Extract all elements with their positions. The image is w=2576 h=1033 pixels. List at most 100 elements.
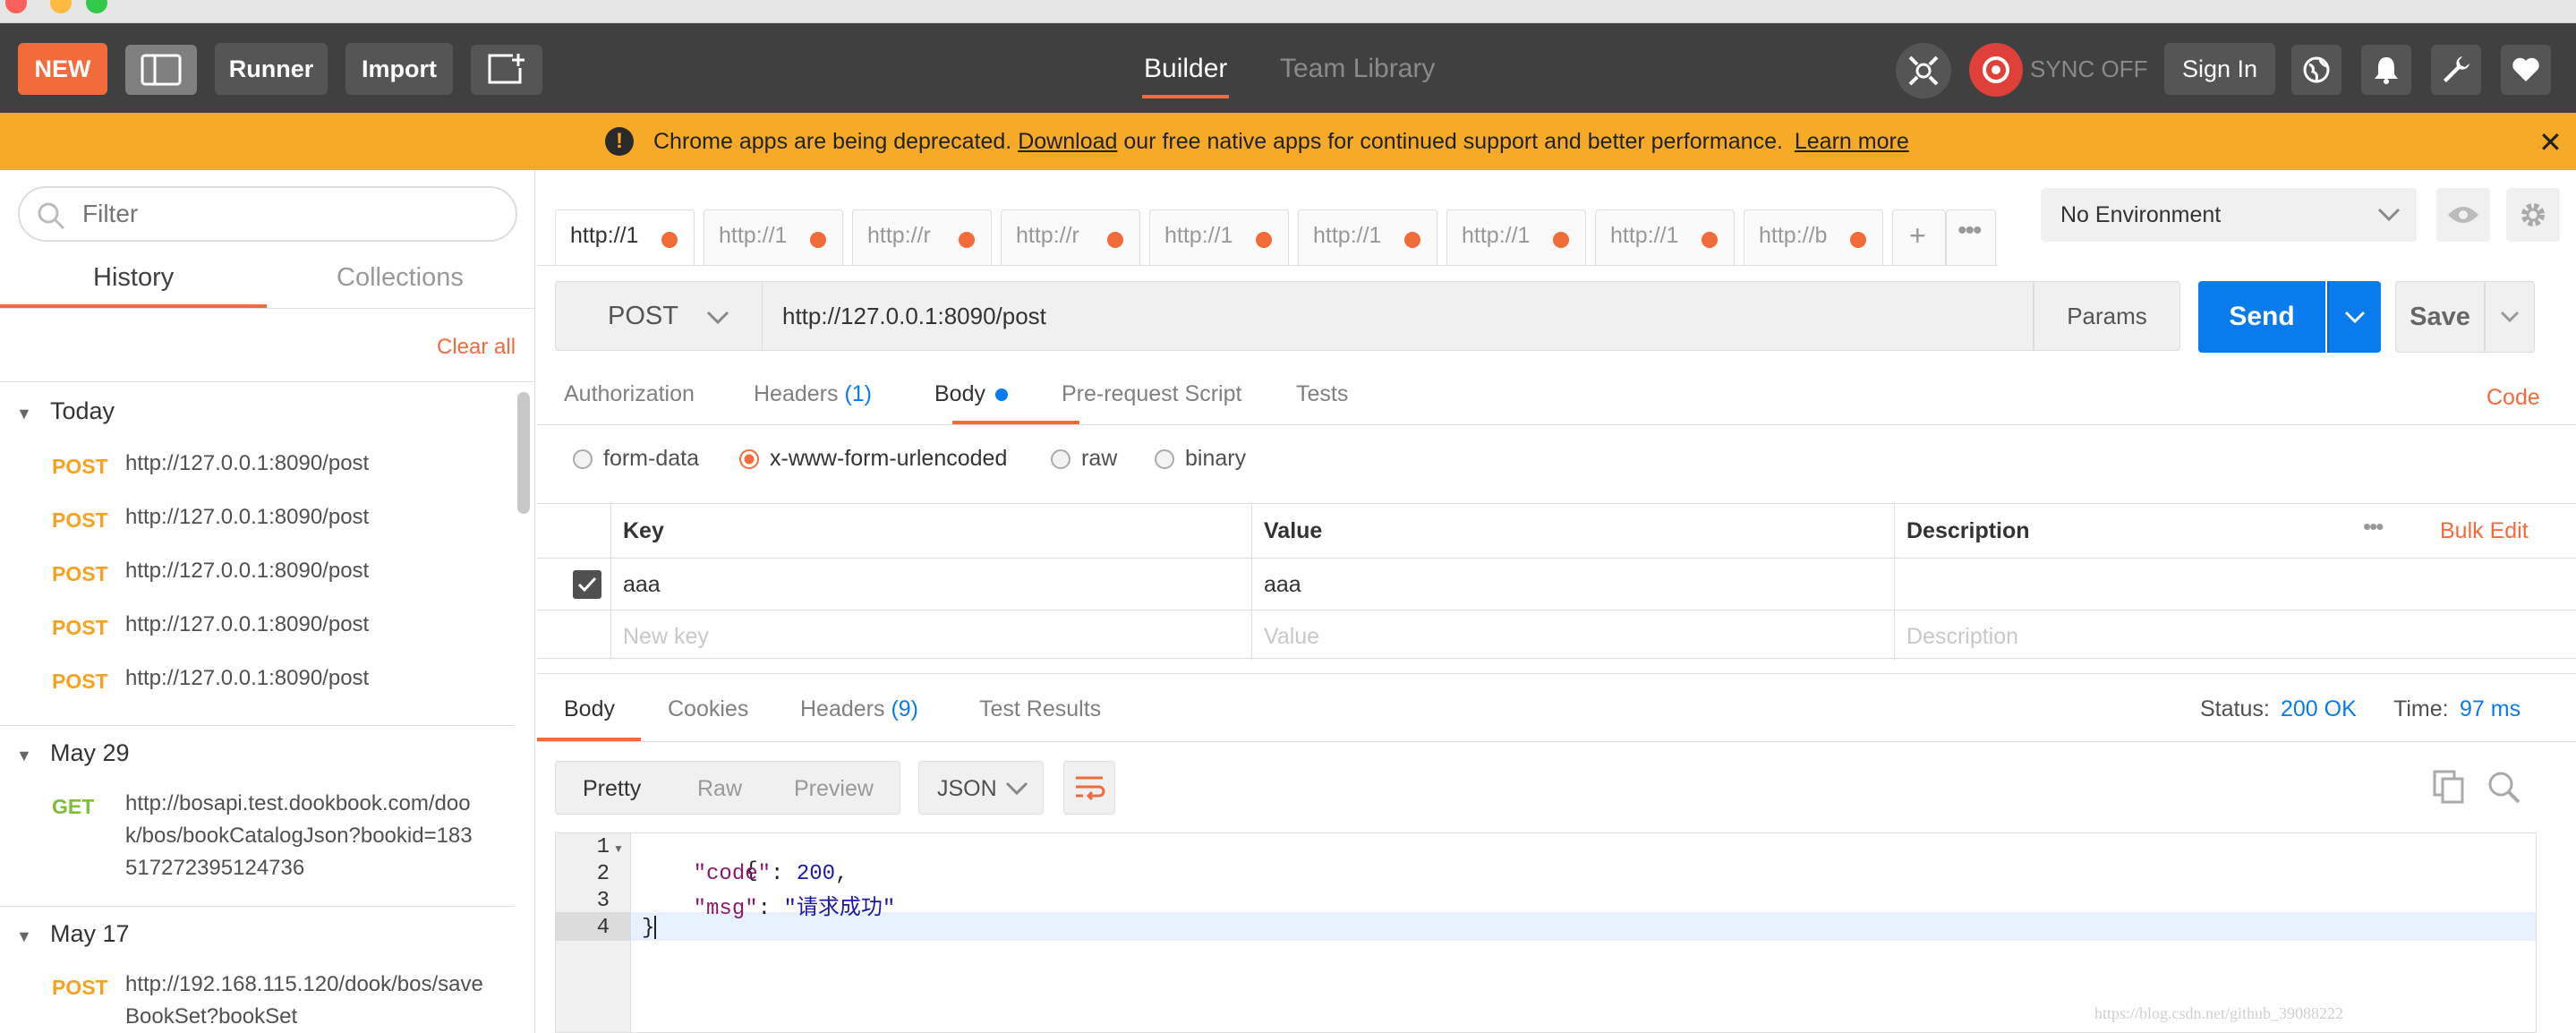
new-button[interactable]: NEW [18,43,107,95]
wrap-lines-button[interactable] [1063,761,1115,815]
request-tab[interactable]: http://r [1001,209,1140,265]
radio-form-data[interactable] [573,449,593,469]
runner-button[interactable]: Runner [215,43,328,95]
filter-input[interactable] [82,199,494,229]
list-item[interactable]: POST http://127.0.0.1:8090/post [0,662,501,698]
clear-all-link[interactable]: Clear all [437,335,516,360]
view-mode-preview[interactable]: Preview [794,776,874,802]
url-field[interactable] [763,281,2034,351]
tab-options-button[interactable]: ••• [1946,209,1996,265]
request-tab[interactable]: http://1 [1298,209,1437,265]
param-value-cell[interactable]: aaa [1264,572,1301,598]
tab-team-library[interactable]: Team Library [1280,54,1435,98]
response-tab-headers[interactable]: Headers (9) [800,696,918,722]
save-options-dropdown[interactable] [2485,281,2535,353]
notifications-bell-icon[interactable] [2361,45,2411,95]
banner-message: Chrome apps are being deprecated. Downlo… [653,129,1909,155]
tab-tests[interactable]: Tests [1296,381,1348,407]
close-window-icon[interactable] [5,0,27,13]
close-banner-icon[interactable]: ✕ [2538,125,2563,159]
globe-icon[interactable] [2291,45,2341,95]
list-item[interactable]: POST http://127.0.0.1:8090/post [0,555,501,591]
column-header-description: Description [1906,518,2030,543]
request-tab[interactable]: http://r [852,209,992,265]
response-code-viewer[interactable]: 1 ▼ 2 3 4 { "code": 200, "msg": "请求成功" } [555,832,2537,1033]
list-item[interactable]: POST http://127.0.0.1:8090/post [0,609,501,645]
search-icon[interactable] [2485,768,2522,810]
group-toggle-today[interactable]: ▼ [16,405,32,423]
minimize-window-icon[interactable] [50,0,72,13]
sync-icon[interactable] [1969,43,2023,97]
url-input[interactable] [782,300,1964,332]
save-button[interactable]: Save [2395,281,2485,353]
add-tab-button[interactable]: + [1892,209,1946,265]
new-window-button[interactable] [471,45,542,95]
list-item[interactable]: GET http://bosapi.test.dookbook.com/dook… [0,788,501,888]
fold-toggle-icon[interactable]: ▼ [613,842,624,855]
radio-raw[interactable] [1051,449,1070,469]
filter-box[interactable] [18,186,517,242]
format-value: JSON [937,776,997,801]
environment-quick-look-button[interactable] [2436,188,2490,242]
heart-icon[interactable] [2501,45,2551,95]
request-tab[interactable]: http://1 [1149,209,1289,265]
zoom-window-icon[interactable] [86,0,107,13]
copy-icon[interactable] [2431,768,2467,810]
more-horizontal-icon[interactable]: ••• [2363,513,2384,541]
tab-collections[interactable]: Collections [337,263,464,293]
line-number: 4 [596,916,610,940]
param-key-cell[interactable]: aaa [623,572,661,598]
list-item[interactable]: POST http://192.168.115.120/dook/bos/sav… [0,969,501,1033]
bulk-edit-link[interactable]: Bulk Edit [2440,518,2529,544]
import-button[interactable]: Import [345,43,453,95]
method-label: POST [52,455,108,478]
method-select[interactable]: POST [555,281,763,351]
request-tab[interactable]: http://1 [555,209,695,265]
learn-more-link[interactable]: Learn more [1795,129,1909,154]
list-item[interactable]: POST http://127.0.0.1:8090/post [0,501,501,537]
request-tab[interactable]: http://b [1744,209,1883,265]
sign-in-button[interactable]: Sign In [2164,43,2275,95]
tab-authorization[interactable]: Authorization [564,381,695,407]
sidebar-scrollbar[interactable] [517,392,530,514]
tab-body[interactable]: Body [934,381,1008,407]
response-tab-cookies[interactable]: Cookies [668,696,748,722]
radio-binary[interactable] [1155,449,1174,469]
group-toggle-may-17[interactable]: ▼ [16,927,32,946]
view-mode-raw[interactable]: Raw [697,776,742,802]
toggle-sidebar-button[interactable] [125,45,197,95]
tab-builder[interactable]: Builder [1142,54,1230,98]
code-link[interactable]: Code [2486,385,2540,411]
unsaved-dot [1107,232,1123,248]
tab-history[interactable]: History [93,263,174,293]
new-description-input[interactable]: Description [1906,624,2018,650]
send-options-dropdown[interactable] [2327,281,2381,353]
list-item[interactable]: POST http://127.0.0.1:8090/post [0,448,501,483]
new-key-input[interactable]: New key [623,624,709,650]
row-enabled-checkbox[interactable] [573,570,601,599]
params-button[interactable]: Params [2034,281,2180,351]
settings-wrench-icon[interactable] [2431,45,2481,95]
tab-pre-request-script[interactable]: Pre-request Script [1062,381,1241,407]
request-tab[interactable]: http://1 [1446,209,1586,265]
tab-headers[interactable]: Headers (1) [754,381,872,407]
history-group-may-29: May 29 [50,739,130,766]
environment-select[interactable]: No Environment [2041,188,2417,242]
response-tab-test-results[interactable]: Test Results [979,696,1101,722]
new-value-input[interactable]: Value [1264,624,1319,650]
line-number: 1 [596,835,610,859]
more-horizontal-icon: ••• [1958,216,1982,245]
text-cursor [654,916,657,939]
response-tab-body[interactable]: Body [564,696,615,722]
manage-environments-button[interactable] [2506,188,2560,242]
format-select[interactable]: JSON [918,761,1044,815]
group-toggle-may-29[interactable]: ▼ [16,747,32,765]
view-mode-pretty[interactable]: Pretty [583,776,641,802]
request-tab[interactable]: http://1 [1595,209,1735,265]
send-button[interactable]: Send [2198,281,2325,353]
radio-x-www-form-urlencoded[interactable] [739,449,759,469]
request-tab[interactable]: http://1 [704,209,843,265]
interceptor-icon[interactable] [1896,43,1951,98]
deprecation-banner: ! Chrome apps are being deprecated. Down… [0,113,2576,170]
download-link[interactable]: Download [1018,129,1117,154]
